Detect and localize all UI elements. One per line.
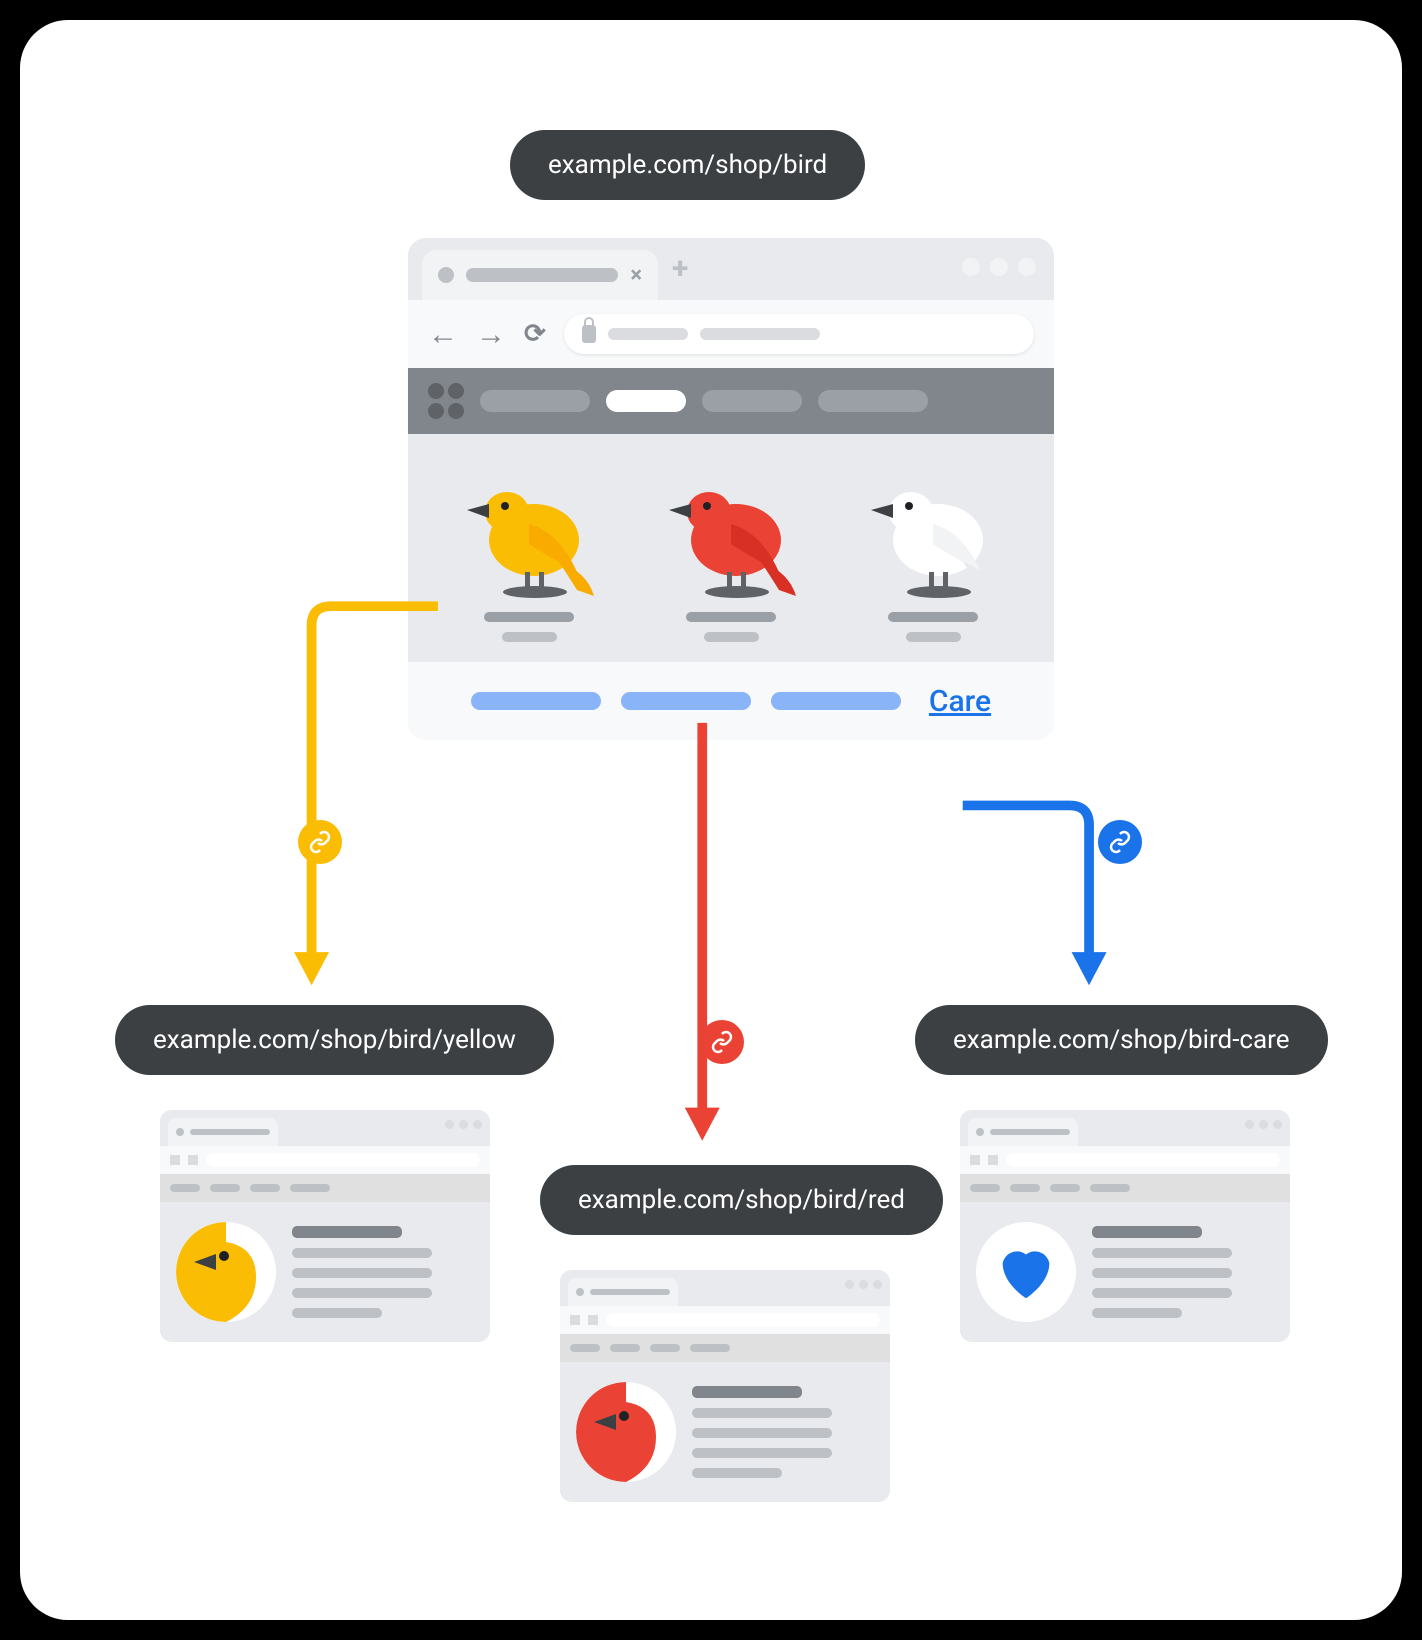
close-icon[interactable]: ×	[630, 263, 642, 288]
url-placeholder	[700, 328, 820, 340]
product-red-bird[interactable]	[646, 462, 816, 642]
back-icon[interactable]: ←	[428, 317, 458, 352]
footer-link[interactable]	[471, 692, 601, 710]
mini-browser-red	[560, 1270, 890, 1502]
address-bar[interactable]	[564, 314, 1034, 354]
link-icon	[700, 1020, 744, 1064]
mini-content	[560, 1362, 890, 1502]
mini-browser-yellow	[160, 1110, 490, 1342]
mini-tab	[168, 1118, 278, 1146]
nav-item[interactable]	[818, 390, 928, 412]
url-text: example.com/shop/bird-care	[953, 1025, 1290, 1055]
mini-toolbar	[560, 1306, 890, 1334]
product-grid	[408, 434, 1054, 662]
product-sub-placeholder	[704, 632, 759, 642]
site-nav-bar	[408, 368, 1054, 434]
url-text: example.com/shop/bird/yellow	[153, 1025, 516, 1055]
avatar-heart	[976, 1222, 1076, 1322]
new-tab-icon[interactable]: +	[672, 251, 688, 286]
mini-content	[960, 1202, 1290, 1342]
footer-link[interactable]	[621, 692, 751, 710]
bird-icon-red	[661, 462, 801, 602]
tab-title-placeholder	[466, 268, 618, 282]
mini-site-nav	[160, 1174, 490, 1202]
mini-browser-care	[960, 1110, 1290, 1342]
mini-tab	[968, 1118, 1078, 1146]
reload-icon[interactable]: ⟳	[524, 319, 546, 349]
content-lines	[1092, 1226, 1232, 1318]
lock-icon	[582, 325, 596, 343]
mini-site-nav	[560, 1334, 890, 1362]
main-browser-window: × + ← → ⟳	[408, 238, 1054, 740]
product-sub-placeholder	[906, 632, 961, 642]
link-icon	[1098, 820, 1142, 864]
product-title-placeholder	[888, 612, 978, 622]
nav-item-active[interactable]	[606, 390, 686, 412]
forward-icon[interactable]: →	[476, 317, 506, 352]
url-text: example.com/shop/bird/red	[578, 1185, 905, 1215]
bird-icon-yellow	[459, 462, 599, 602]
mini-toolbar	[960, 1146, 1290, 1174]
product-title-placeholder	[484, 612, 574, 622]
mini-site-nav	[960, 1174, 1290, 1202]
mini-tab-bar	[960, 1110, 1290, 1146]
content-lines	[292, 1226, 432, 1318]
url-pill-root: example.com/shop/bird	[510, 130, 865, 200]
avatar-red-bird	[576, 1382, 676, 1482]
product-title-placeholder	[686, 612, 776, 622]
mini-tab	[568, 1278, 678, 1306]
mini-tab-bar	[160, 1110, 490, 1146]
bird-icon-white	[863, 462, 1003, 602]
browser-toolbar: ← → ⟳	[408, 300, 1054, 368]
diagram-canvas: example.com/shop/bird × + ← → ⟳	[20, 20, 1402, 1620]
browser-tab-bar: × +	[408, 238, 1054, 300]
url-pill-care: example.com/shop/bird-care	[915, 1005, 1328, 1075]
nav-item[interactable]	[480, 390, 590, 412]
window-controls[interactable]	[962, 258, 1036, 276]
link-icon	[298, 820, 342, 864]
url-pill-red: example.com/shop/bird/red	[540, 1165, 943, 1235]
nav-item[interactable]	[702, 390, 802, 412]
mini-content	[160, 1202, 490, 1342]
footer-link-care[interactable]: Care	[929, 684, 991, 719]
avatar-yellow-bird	[176, 1222, 276, 1322]
url-placeholder	[608, 328, 688, 340]
browser-tab[interactable]: ×	[422, 250, 658, 300]
site-logo-icon	[428, 383, 464, 419]
footer-link[interactable]	[771, 692, 901, 710]
mini-tab-bar	[560, 1270, 890, 1306]
product-yellow-bird[interactable]	[444, 462, 614, 642]
url-text: example.com/shop/bird	[548, 150, 827, 180]
url-pill-yellow: example.com/shop/bird/yellow	[115, 1005, 554, 1075]
product-sub-placeholder	[502, 632, 557, 642]
product-white-bird[interactable]	[848, 462, 1018, 642]
content-lines	[692, 1386, 832, 1478]
mini-toolbar	[160, 1146, 490, 1174]
tab-favicon	[438, 267, 454, 283]
site-footer-nav: Care	[408, 662, 1054, 740]
